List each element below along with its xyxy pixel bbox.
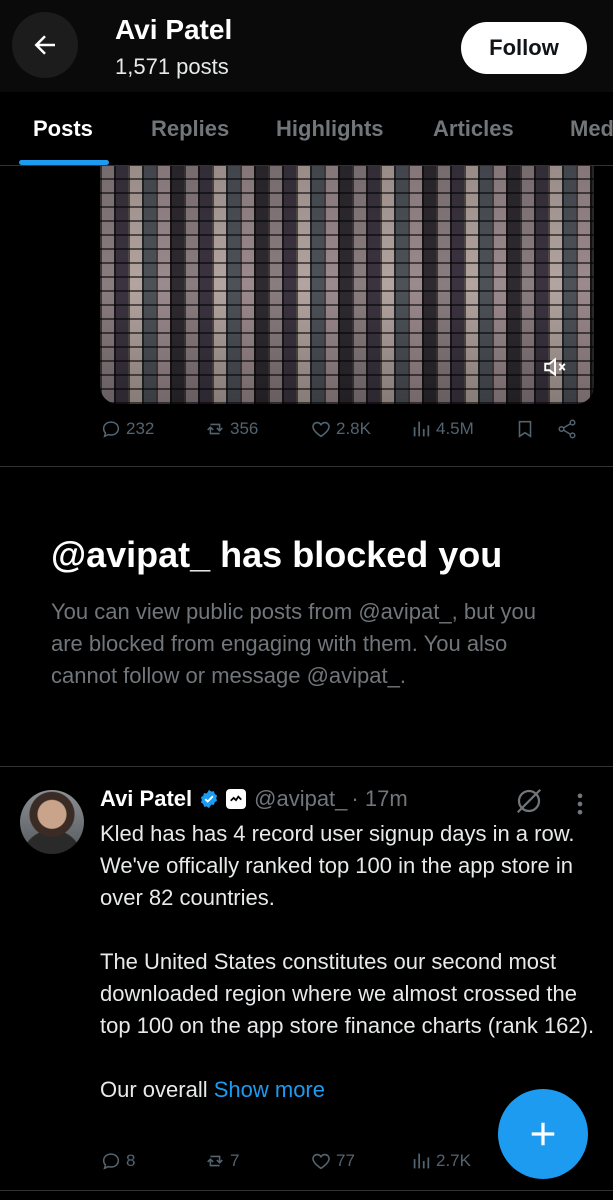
tweet-paragraph: Kled has has 4 record user signup days i… <box>100 821 575 910</box>
active-tab-indicator <box>19 160 109 165</box>
like-count: 2.8K <box>336 419 371 438</box>
tweet-paragraph: The United States constitutes our second… <box>100 949 595 1038</box>
reply-button[interactable]: 8 <box>100 1150 135 1172</box>
back-button[interactable] <box>12 12 78 78</box>
tab-articles[interactable]: Articles <box>433 116 514 142</box>
share-icon <box>558 419 576 439</box>
grok-icon[interactable] <box>514 786 544 816</box>
views-button[interactable]: 2.7K <box>410 1150 471 1172</box>
like-button[interactable]: 2.8K <box>310 418 371 440</box>
reply-button[interactable]: 232 <box>100 418 154 440</box>
tweet-time[interactable]: · 17m <box>351 786 407 812</box>
views-icon <box>413 1153 430 1169</box>
avatar[interactable] <box>20 790 84 854</box>
share-button[interactable] <box>556 418 578 440</box>
follow-button[interactable]: Follow <box>461 22 587 74</box>
repost-button[interactable]: 356 <box>204 418 258 440</box>
bookmark-icon <box>518 420 532 438</box>
bookmark-button[interactable] <box>514 418 536 440</box>
divider <box>0 466 613 467</box>
posts-count: 1,571 posts <box>115 54 229 79</box>
tweet-author-name[interactable]: Avi Patel <box>100 786 192 812</box>
divider <box>0 766 613 767</box>
repost-count: 7 <box>230 1151 240 1170</box>
repost-count: 356 <box>230 419 259 438</box>
tweet-text-truncated: Our overall <box>100 1077 214 1102</box>
profile-tabs: Posts Replies Highlights Articles Media <box>0 92 613 166</box>
profile-name: Avi Patel <box>115 14 233 45</box>
views-icon <box>413 421 430 437</box>
repost-icon <box>207 1155 223 1167</box>
tab-media[interactable]: Media <box>570 116 613 142</box>
like-count: 77 <box>336 1151 355 1170</box>
like-icon <box>312 1153 330 1170</box>
tweet-handle[interactable]: @avipat_ <box>254 786 347 812</box>
tweet-header: Avi Patel @avipat_ · 17m <box>100 786 408 812</box>
profile-header: Avi Patel 1,571 posts Follow <box>0 0 613 92</box>
compose-button[interactable] <box>498 1089 588 1179</box>
post-actions: 232 356 2.8K 4.5M <box>100 418 594 448</box>
views-button[interactable]: 4.5M <box>410 418 474 440</box>
tab-posts[interactable]: Posts <box>33 116 93 142</box>
video-thumbnail[interactable] <box>100 166 594 404</box>
mute-icon[interactable] <box>542 354 568 380</box>
repost-button[interactable]: 7 <box>204 1150 239 1172</box>
tweet-body: Kled has has 4 record user signup days i… <box>100 818 600 1138</box>
blocked-title: @avipat_ has blocked you <box>51 534 503 575</box>
views-count: 2.7K <box>436 1151 471 1170</box>
reply-icon <box>102 421 120 438</box>
back-arrow-icon <box>34 35 55 55</box>
tab-replies[interactable]: Replies <box>151 116 229 142</box>
show-more-link[interactable]: Show more <box>214 1077 325 1102</box>
reply-icon <box>102 1153 120 1170</box>
blocked-message: You can view public posts from @avipat_,… <box>51 599 537 688</box>
verified-icon <box>201 789 218 809</box>
reply-count: 8 <box>126 1151 136 1170</box>
divider <box>0 1190 613 1191</box>
tab-highlights[interactable]: Highlights <box>276 116 384 142</box>
views-count: 4.5M <box>436 419 474 438</box>
repost-icon <box>207 423 223 435</box>
like-button[interactable]: 77 <box>310 1150 355 1172</box>
affiliate-badge-icon <box>226 789 247 809</box>
plus-icon <box>531 1122 555 1146</box>
like-icon <box>312 421 330 438</box>
more-icon[interactable] <box>570 790 590 818</box>
reply-count: 232 <box>126 419 155 438</box>
